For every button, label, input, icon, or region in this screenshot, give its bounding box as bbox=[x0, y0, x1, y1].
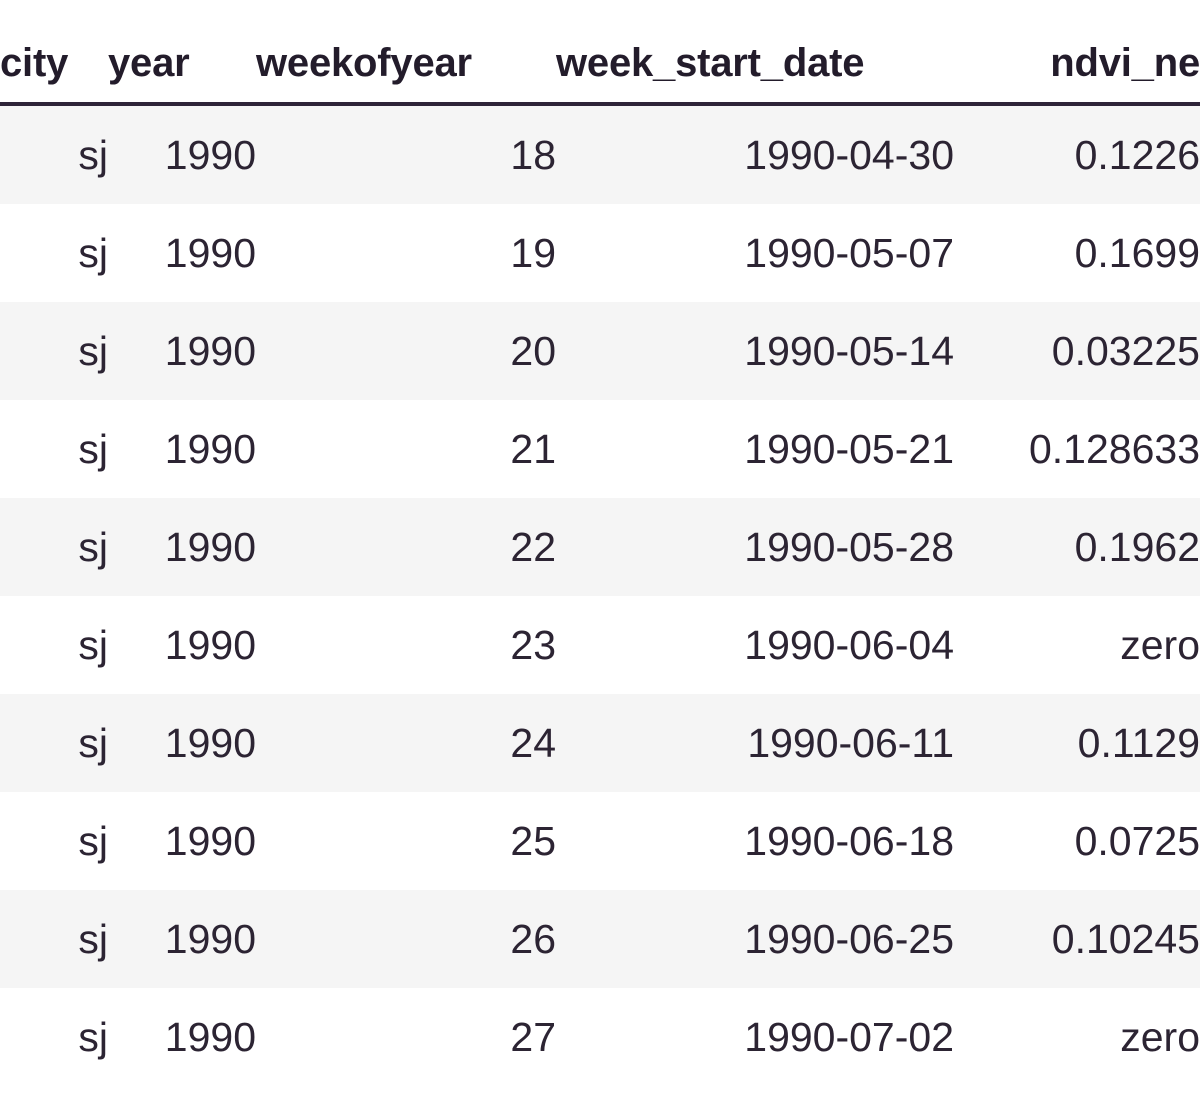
dataframe-table-container: city year weekofyear week_start_date ndv… bbox=[0, 0, 1200, 1102]
cell-weekofyear: 20 bbox=[256, 302, 556, 400]
cell-year: 1990 bbox=[108, 988, 256, 1086]
cell-city: sj bbox=[0, 792, 108, 890]
column-header-ndvi-ne[interactable]: ndvi_ne bbox=[954, 0, 1200, 104]
table-header-row: city year weekofyear week_start_date ndv… bbox=[0, 0, 1200, 104]
cell-city: sj bbox=[0, 498, 108, 596]
cell-city: sj bbox=[0, 596, 108, 694]
cell-ndvi-ne: 0.0725 bbox=[954, 792, 1200, 890]
column-header-weekofyear[interactable]: weekofyear bbox=[256, 0, 556, 104]
cell-week-start-date: 1990-06-18 bbox=[556, 792, 954, 890]
cell-city: sj bbox=[0, 988, 108, 1086]
table-row: sj 1990 22 1990-05-28 0.1962 bbox=[0, 498, 1200, 596]
dataframe-table: city year weekofyear week_start_date ndv… bbox=[0, 0, 1200, 1086]
cell-week-start-date: 1990-05-14 bbox=[556, 302, 954, 400]
table-row: sj 1990 27 1990-07-02 zero bbox=[0, 988, 1200, 1086]
cell-city: sj bbox=[0, 400, 108, 498]
cell-year: 1990 bbox=[108, 694, 256, 792]
table-row: sj 1990 20 1990-05-14 0.03225 bbox=[0, 302, 1200, 400]
table-row: sj 1990 23 1990-06-04 zero bbox=[0, 596, 1200, 694]
table-row: sj 1990 21 1990-05-21 0.128633 bbox=[0, 400, 1200, 498]
cell-ndvi-ne: 0.03225 bbox=[954, 302, 1200, 400]
cell-ndvi-ne: 0.1962 bbox=[954, 498, 1200, 596]
cell-ndvi-ne: 0.1699 bbox=[954, 204, 1200, 302]
table-row: sj 1990 24 1990-06-11 0.1129 bbox=[0, 694, 1200, 792]
table-body: sj 1990 18 1990-04-30 0.1226 sj 1990 19 1990-05-… bbox=[0, 104, 1200, 1086]
cell-ndvi-ne: 0.1129 bbox=[954, 694, 1200, 792]
table-row: sj 1990 25 1990-06-18 0.0725 bbox=[0, 792, 1200, 890]
cell-weekofyear: 27 bbox=[256, 988, 556, 1086]
cell-year: 1990 bbox=[108, 400, 256, 498]
cell-city: sj bbox=[0, 890, 108, 988]
cell-weekofyear: 19 bbox=[256, 204, 556, 302]
column-header-year[interactable]: year bbox=[108, 0, 256, 104]
table-row: sj 1990 19 1990-05-07 0.1699 bbox=[0, 204, 1200, 302]
cell-year: 1990 bbox=[108, 302, 256, 400]
cell-weekofyear: 25 bbox=[256, 792, 556, 890]
cell-city: sj bbox=[0, 104, 108, 204]
cell-ndvi-ne: 0.1226 bbox=[954, 104, 1200, 204]
cell-weekofyear: 24 bbox=[256, 694, 556, 792]
cell-weekofyear: 18 bbox=[256, 104, 556, 204]
table-row: sj 1990 26 1990-06-25 0.10245 bbox=[0, 890, 1200, 988]
cell-weekofyear: 21 bbox=[256, 400, 556, 498]
cell-weekofyear: 26 bbox=[256, 890, 556, 988]
cell-year: 1990 bbox=[108, 498, 256, 596]
cell-city: sj bbox=[0, 302, 108, 400]
cell-year: 1990 bbox=[108, 890, 256, 988]
cell-week-start-date: 1990-06-04 bbox=[556, 596, 954, 694]
table-row: sj 1990 18 1990-04-30 0.1226 bbox=[0, 104, 1200, 204]
cell-week-start-date: 1990-06-25 bbox=[556, 890, 954, 988]
table-header: city year weekofyear week_start_date ndv… bbox=[0, 0, 1200, 104]
cell-week-start-date: 1990-05-07 bbox=[556, 204, 954, 302]
cell-year: 1990 bbox=[108, 596, 256, 694]
column-header-city[interactable]: city bbox=[0, 0, 108, 104]
cell-ndvi-ne: 0.10245 bbox=[954, 890, 1200, 988]
cell-ndvi-ne: 0.128633 bbox=[954, 400, 1200, 498]
cell-year: 1990 bbox=[108, 204, 256, 302]
cell-week-start-date: 1990-05-28 bbox=[556, 498, 954, 596]
cell-week-start-date: 1990-04-30 bbox=[556, 104, 954, 204]
column-header-week-start-date[interactable]: week_start_date bbox=[556, 0, 954, 104]
cell-city: sj bbox=[0, 694, 108, 792]
cell-year: 1990 bbox=[108, 104, 256, 204]
cell-weekofyear: 22 bbox=[256, 498, 556, 596]
cell-week-start-date: 1990-06-11 bbox=[556, 694, 954, 792]
cell-week-start-date: 1990-07-02 bbox=[556, 988, 954, 1086]
cell-ndvi-ne: zero bbox=[954, 596, 1200, 694]
cell-ndvi-ne: zero bbox=[954, 988, 1200, 1086]
cell-weekofyear: 23 bbox=[256, 596, 556, 694]
cell-year: 1990 bbox=[108, 792, 256, 890]
cell-week-start-date: 1990-05-21 bbox=[556, 400, 954, 498]
cell-city: sj bbox=[0, 204, 108, 302]
